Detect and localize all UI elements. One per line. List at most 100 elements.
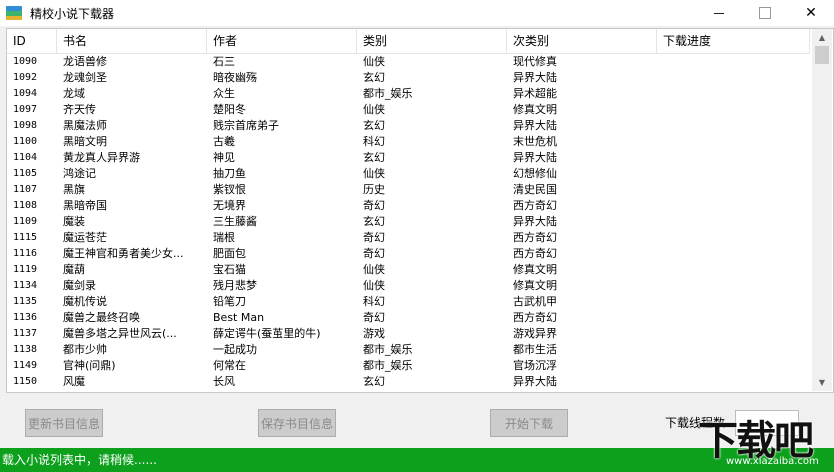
row-title: 魔王神官和勇者美少女... — [63, 247, 184, 260]
row-progress — [663, 390, 809, 392]
table-row[interactable]: 1105 鸿途记 抽刀鱼 仙侠 幻想修仙 — [7, 166, 810, 182]
table-row[interactable]: 1108 黑暗帝国 无境界 奇幻 西方奇幻 — [7, 198, 810, 214]
row-subcategory: 清史民国 — [513, 183, 557, 196]
row-category: 都市_娱乐 — [363, 359, 413, 372]
table-row[interactable]: 1097 齐天传 楚阳冬 仙侠 修真文明 — [7, 102, 810, 118]
table-row[interactable] — [7, 390, 810, 392]
scroll-down-arrow-icon[interactable]: ▼ — [812, 374, 832, 391]
maximize-button[interactable] — [742, 0, 788, 26]
scroll-up-arrow-icon[interactable]: ▲ — [812, 29, 832, 46]
vertical-scrollbar[interactable]: ▲ ▼ — [812, 29, 832, 391]
table-row[interactable]: 1136 魔兽之最终召唤 Best Man 奇幻 西方奇幻 — [7, 310, 810, 326]
row-category: 玄幻 — [363, 151, 385, 164]
update-info-button[interactable]: 更新书目信息 — [25, 409, 103, 437]
column-header-id[interactable]: ID — [7, 29, 57, 53]
app-books-icon — [6, 6, 22, 20]
row-progress — [663, 102, 809, 118]
row-progress — [663, 150, 809, 166]
table-row[interactable]: 1090 龙语兽修 石三 仙侠 现代修真 — [7, 54, 810, 70]
row-subcategory: 西方奇幻 — [513, 231, 557, 244]
watermark-url-text: www.xiazaiba.com — [726, 456, 819, 467]
row-id: 1150 — [13, 376, 38, 387]
close-button[interactable]: ✕ — [788, 0, 834, 26]
row-subcategory: 异界大陆 — [513, 119, 557, 132]
row-category: 玄幻 — [363, 375, 385, 388]
row-subcategory: 修真文明 — [513, 279, 557, 292]
row-progress — [663, 54, 809, 70]
column-header-category[interactable]: 类别 — [357, 29, 507, 53]
row-category: 玄幻 — [363, 215, 385, 228]
row-subcategory: 幻想修仙 — [513, 167, 557, 180]
table-row[interactable]: 1100 黑暗文明 古羲 科幻 末世危机 — [7, 134, 810, 150]
table-row[interactable]: 1115 魔运苍茫 瑞根 奇幻 西方奇幻 — [7, 230, 810, 246]
column-header-progress[interactable]: 下载进度 — [657, 29, 810, 53]
table-row[interactable]: 1104 黄龙真人异界游 神见 玄幻 异界大陆 — [7, 150, 810, 166]
novel-list[interactable]: ID 书名 作者 类别 次类别 下载进度 1090 龙语兽修 石三 仙侠 现代修真 109… — [6, 28, 834, 393]
row-title: 风魔 — [63, 375, 85, 388]
start-download-button[interactable]: 开始下载 — [490, 409, 568, 437]
row-author: 暗夜幽殇 — [213, 71, 257, 84]
row-id: 1109 — [13, 216, 38, 227]
row-title — [63, 390, 209, 392]
row-author: 肥面包 — [213, 247, 246, 260]
table-row[interactable]: 1107 黑旗 紫钗恨 历史 清史民国 — [7, 182, 810, 198]
row-category: 科幻 — [363, 295, 385, 308]
row-subcategory: 异术超能 — [513, 87, 557, 100]
table-row[interactable]: 1094 龙域 众生 都市_娱乐 异术超能 — [7, 86, 810, 102]
table-row[interactable]: 1098 黑魔法师 贱宗首席弟子 玄幻 异界大陆 — [7, 118, 810, 134]
table-row[interactable]: 1137 魔兽多塔之异世风云(... 薛定谔牛(蚕茧里的牛) 游戏 游戏异界 — [7, 326, 810, 342]
table-row[interactable]: 1092 龙魂剑圣 暗夜幽殇 玄幻 异界大陆 — [7, 70, 810, 86]
row-id: 1149 — [13, 360, 38, 371]
row-id: 1092 — [13, 72, 38, 83]
row-author: 瑞根 — [213, 231, 235, 244]
row-subcategory: 西方奇幻 — [513, 199, 557, 212]
row-category: 游戏 — [363, 327, 385, 340]
table-row[interactable]: 1138 都市少帅 一起成功 都市_娱乐 都市生活 — [7, 342, 810, 358]
title-bar: 精校小说下载器 ✕ — [0, 0, 834, 26]
scrollbar-thumb[interactable] — [815, 46, 829, 64]
table-row[interactable]: 1119 魔葫 宝石猫 仙侠 修真文明 — [7, 262, 810, 278]
status-text: 载入小说列表中，请稍候...... — [2, 453, 157, 467]
row-author: 石三 — [213, 55, 235, 68]
row-subcategory: 官场沉浮 — [513, 359, 557, 372]
row-subcategory: 现代修真 — [513, 55, 557, 68]
table-row[interactable]: 1150 风魔 长风 玄幻 异界大陆 — [7, 374, 810, 390]
row-category: 奇幻 — [363, 311, 385, 324]
row-author: 薛定谔牛(蚕茧里的牛) — [213, 327, 321, 340]
row-title: 黄龙真人异界游 — [63, 151, 140, 164]
table-row[interactable]: 1116 魔王神官和勇者美少女... 肥面包 奇幻 西方奇幻 — [7, 246, 810, 262]
row-progress — [663, 262, 809, 278]
minimize-button[interactable] — [696, 0, 742, 26]
row-subcategory: 修真文明 — [513, 103, 557, 116]
maximize-icon — [759, 7, 771, 19]
row-category: 玄幻 — [363, 71, 385, 84]
table-row[interactable]: 1109 魔装 三生藤酱 玄幻 异界大陆 — [7, 214, 810, 230]
table-row[interactable]: 1149 官神(问鼎) 何常在 都市_娱乐 官场沉浮 — [7, 358, 810, 374]
row-id: 1138 — [13, 344, 38, 355]
row-id: 1098 — [13, 120, 38, 131]
save-info-button[interactable]: 保存书目信息 — [258, 409, 336, 437]
row-title: 黑暗帝国 — [63, 199, 107, 212]
row-author: 无境界 — [213, 199, 246, 212]
row-title: 魔剑录 — [63, 279, 96, 292]
row-category: 科幻 — [363, 135, 385, 148]
row-progress — [663, 326, 809, 342]
row-author: 一起成功 — [213, 343, 257, 356]
column-header-author[interactable]: 作者 — [207, 29, 357, 53]
row-author: 楚阳冬 — [213, 103, 246, 116]
row-title: 鸿途记 — [63, 167, 96, 180]
row-id — [13, 390, 61, 392]
table-row[interactable]: 1135 魔机传说 铅笔刀 科幻 古武机甲 — [7, 294, 810, 310]
column-header-title[interactable]: 书名 — [57, 29, 207, 53]
row-id: 1100 — [13, 136, 38, 147]
column-header-subcategory[interactable]: 次类别 — [507, 29, 657, 53]
row-author: 残月悲梦 — [213, 279, 257, 292]
row-title: 黑魔法师 — [63, 119, 107, 132]
row-id: 1097 — [13, 104, 38, 115]
row-id: 1135 — [13, 296, 38, 307]
row-subcategory: 异界大陆 — [513, 215, 557, 228]
row-id: 1136 — [13, 312, 38, 323]
row-title: 黑旗 — [63, 183, 85, 196]
row-progress — [663, 70, 809, 86]
table-row[interactable]: 1134 魔剑录 残月悲梦 仙侠 修真文明 — [7, 278, 810, 294]
